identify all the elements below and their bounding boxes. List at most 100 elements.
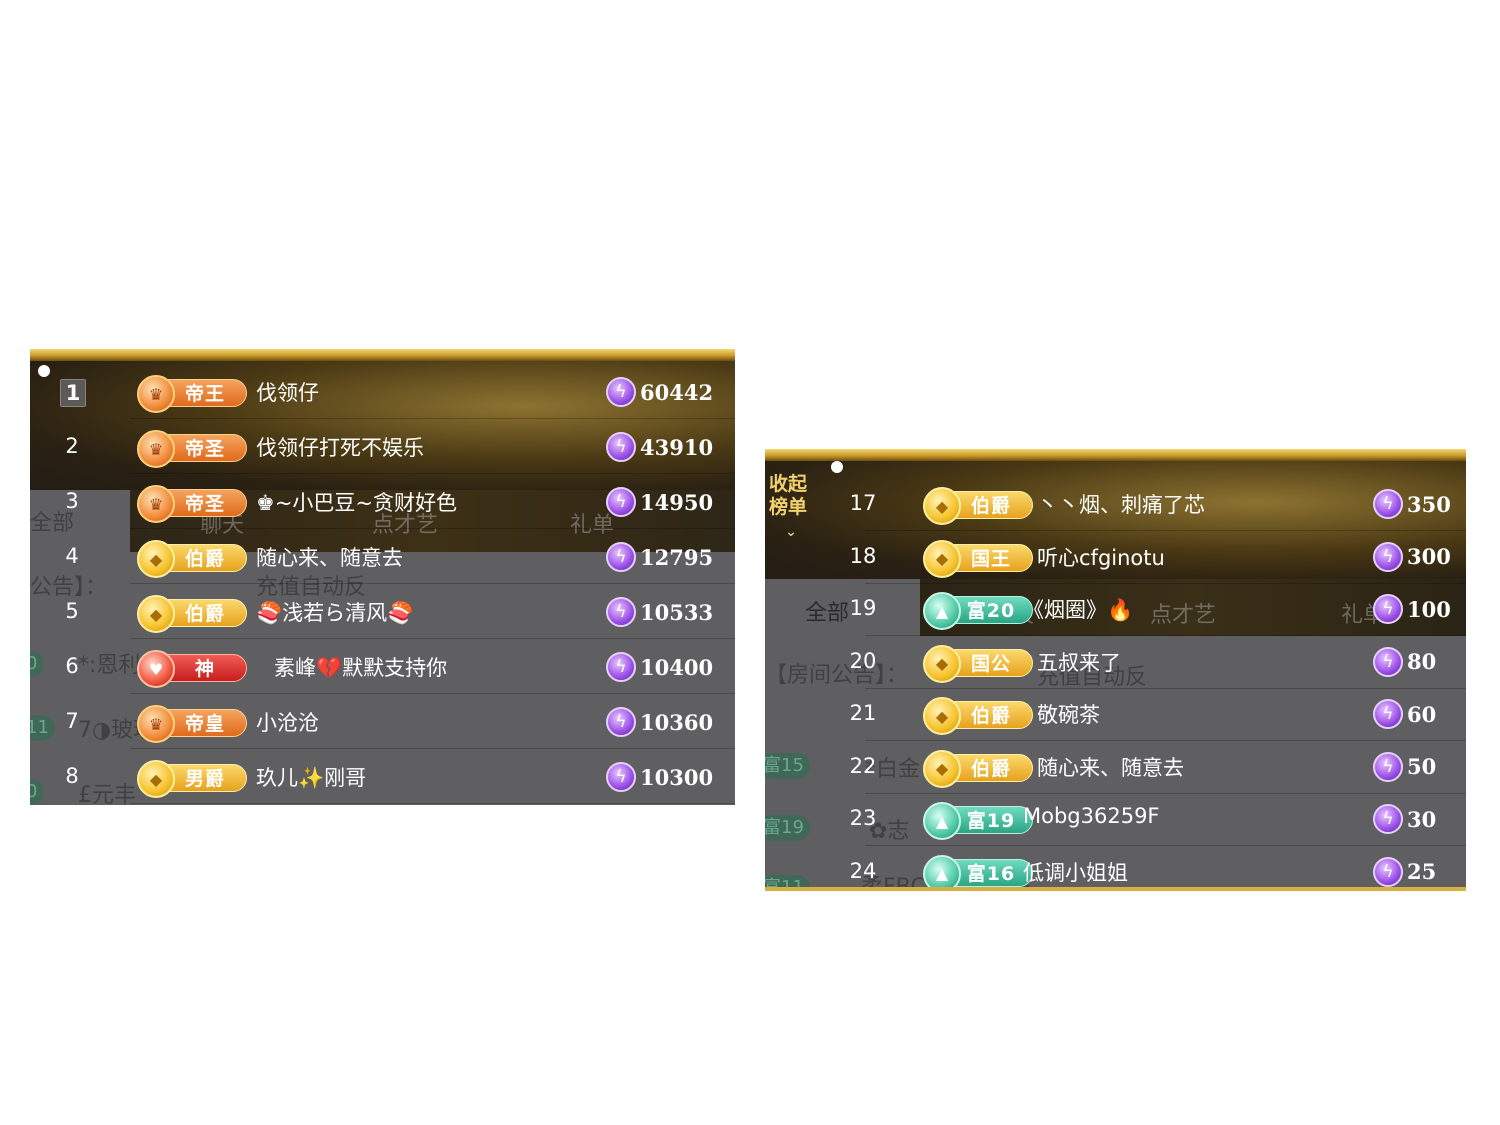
ranking-row[interactable]: 24 富16 ▲ 低调小姐姐 ϟ 25 bbox=[765, 845, 1466, 891]
lightning-coin-icon: ϟ bbox=[606, 487, 636, 517]
contribution-score: ϟ 10533 bbox=[606, 595, 713, 629]
contribution-score: ϟ 10360 bbox=[606, 705, 713, 739]
noble-rank-badge: 富19 ▲ bbox=[923, 802, 1033, 840]
username[interactable]: 伐领仔打死不娱乐 bbox=[256, 432, 424, 462]
ranking-row[interactable]: 6 神 ♥ 素峰💔默默支持你 ϟ 10400 bbox=[30, 640, 735, 694]
rank-number: 1 bbox=[60, 379, 86, 407]
rank-number: 4 bbox=[65, 544, 79, 568]
row-divider bbox=[130, 418, 735, 419]
noble-rank-badge: 男爵 ◆ bbox=[137, 760, 247, 798]
ranking-row[interactable]: 21 伯爵 ◆ 敬碗茶 ϟ 60 bbox=[765, 687, 1466, 741]
username[interactable]: 🍣浅若ら清风🍣 bbox=[256, 597, 413, 627]
username[interactable]: 小沧沧 bbox=[256, 707, 319, 737]
contribution-score: ϟ 12795 bbox=[606, 540, 713, 574]
username[interactable]: 敬碗茶 bbox=[1037, 699, 1100, 729]
lightning-coin-icon: ϟ bbox=[606, 432, 636, 462]
noble-rank-badge: 神 ♥ bbox=[137, 650, 247, 688]
rank-number: 17 bbox=[849, 491, 877, 515]
noble-rank-badge: 国公 ◆ bbox=[923, 644, 1033, 683]
ranking-row[interactable]: 17 伯爵 ◆ 丶丶烟、刺痛了芯 ϟ 350 bbox=[765, 477, 1466, 531]
username[interactable]: 丶丶烟、刺痛了芯 bbox=[1037, 489, 1205, 519]
triangle-emblem-icon: ▲ bbox=[923, 802, 961, 840]
ranking-row[interactable]: 2 帝圣 ♛ 伐领仔打死不娱乐 ϟ 43910 bbox=[30, 420, 735, 474]
gold-top-border bbox=[765, 449, 1466, 461]
score-value: 43910 bbox=[640, 434, 714, 460]
username[interactable]: 素峰💔默默支持你 bbox=[274, 652, 447, 682]
rank-number: 18 bbox=[849, 543, 877, 568]
row-divider bbox=[130, 473, 735, 474]
lightning-coin-icon: ϟ bbox=[1373, 804, 1403, 834]
noble-rank-badge: 帝王 ♛ bbox=[137, 375, 247, 413]
rank-number: 22 bbox=[849, 753, 877, 778]
score-value: 30 bbox=[1407, 806, 1437, 832]
username[interactable]: 低调小姐姐 bbox=[1023, 857, 1128, 887]
username[interactable]: 随心来、随意去 bbox=[256, 542, 403, 572]
shield-emblem-icon: ◆ bbox=[137, 540, 175, 578]
lightning-coin-icon: ϟ bbox=[606, 597, 636, 627]
ranking-row[interactable]: 18 国王 ◆ 听心cfginotu ϟ 300 bbox=[765, 530, 1466, 584]
contribution-score: ϟ 350 bbox=[1373, 487, 1451, 521]
contribution-score: ϟ 14950 bbox=[606, 485, 713, 519]
lightning-coin-icon: ϟ bbox=[1373, 699, 1403, 729]
noble-rank-badge: 富16 ▲ bbox=[923, 854, 1033, 891]
lightning-coin-icon: ϟ bbox=[606, 762, 636, 792]
contribution-score: ϟ 80 bbox=[1373, 645, 1436, 679]
contribution-score: ϟ 43910 bbox=[606, 430, 713, 464]
score-value: 60442 bbox=[640, 379, 714, 405]
row-divider bbox=[130, 693, 735, 694]
ranking-row[interactable]: 22 伯爵 ◆ 随心来、随意去 ϟ 50 bbox=[765, 740, 1466, 794]
noble-rank-badge: 伯爵 ◆ bbox=[923, 487, 1033, 525]
shield-emblem-icon: ◆ bbox=[137, 760, 175, 798]
contribution-score: ϟ 300 bbox=[1373, 540, 1451, 574]
ranking-row[interactable]: 3 帝圣 ♛ ♚~小巴豆~贪财好色 ϟ 14950 bbox=[30, 475, 735, 529]
ranking-row[interactable]: 19 富20 ▲ 《烟圈》🔥 ϟ 100 bbox=[765, 582, 1466, 636]
rank-number: 20 bbox=[849, 648, 877, 673]
noble-rank-badge: 伯爵 ◆ bbox=[923, 749, 1033, 788]
rank-number: 3 bbox=[65, 489, 79, 513]
lightning-coin-icon: ϟ bbox=[606, 542, 636, 572]
shield-emblem-icon: ◆ bbox=[923, 644, 961, 683]
ranking-row[interactable]: 5 伯爵 ◆ 🍣浅若ら清风🍣 ϟ 10533 bbox=[30, 585, 735, 639]
ranking-row[interactable]: 20 国公 ◆ 五叔来了 ϟ 80 bbox=[765, 635, 1466, 689]
score-value: 100 bbox=[1407, 596, 1451, 622]
ranking-row[interactable]: 7 帝皇 ♛ 小沧沧 ϟ 10360 bbox=[30, 695, 735, 749]
shield-emblem-icon: ◆ bbox=[923, 539, 961, 578]
rank-number: 8 bbox=[65, 764, 79, 788]
noble-rank-badge: 国王 ◆ bbox=[923, 539, 1033, 578]
score-value: 10300 bbox=[640, 764, 714, 790]
username[interactable]: 随心来、随意去 bbox=[1037, 752, 1184, 782]
contribution-score: ϟ 100 bbox=[1373, 592, 1451, 626]
noble-rank-badge: 帝圣 ♛ bbox=[137, 430, 247, 468]
noble-rank-badge: 伯爵 ◆ bbox=[137, 540, 247, 578]
lightning-coin-icon: ϟ bbox=[1373, 594, 1403, 624]
username[interactable]: 《烟圈》🔥 bbox=[1023, 594, 1133, 624]
row-divider bbox=[130, 528, 735, 529]
lightning-coin-icon: ϟ bbox=[1373, 856, 1403, 887]
ranking-row[interactable]: 1 帝王 ♛ 伐领仔 ϟ 60442 bbox=[30, 365, 735, 419]
rank-number: 21 bbox=[849, 701, 877, 725]
triangle-emblem-icon: ▲ bbox=[923, 854, 961, 891]
rank-number: 6 bbox=[65, 654, 79, 678]
score-value: 14950 bbox=[640, 489, 714, 515]
username[interactable]: 五叔来了 bbox=[1037, 647, 1121, 677]
score-value: 12795 bbox=[640, 544, 714, 570]
ranking-row[interactable]: 23 富19 ▲ Mobg36259F ϟ 30 bbox=[765, 792, 1466, 846]
row-divider bbox=[130, 638, 735, 639]
username[interactable]: Mobg36259F bbox=[1023, 804, 1160, 828]
noble-rank-badge: 伯爵 ◆ bbox=[137, 595, 247, 633]
username[interactable]: 玖儿✨刚哥 bbox=[256, 762, 366, 792]
sparkle-dot bbox=[831, 461, 843, 473]
row-divider bbox=[130, 803, 735, 804]
lightning-coin-icon: ϟ bbox=[606, 707, 636, 737]
rank-number: 2 bbox=[65, 434, 79, 458]
username[interactable]: ♚~小巴豆~贪财好色 bbox=[256, 487, 457, 517]
ranking-row[interactable]: 8 男爵 ◆ 玖儿✨刚哥 ϟ 10300 bbox=[30, 750, 735, 804]
score-value: 10533 bbox=[640, 599, 714, 625]
score-value: 25 bbox=[1407, 859, 1437, 884]
contribution-score: ϟ 50 bbox=[1373, 750, 1436, 784]
username[interactable]: 听心cfginotu bbox=[1037, 542, 1165, 572]
lightning-coin-icon: ϟ bbox=[606, 377, 636, 407]
lightning-coin-icon: ϟ bbox=[1373, 489, 1403, 519]
username[interactable]: 伐领仔 bbox=[256, 377, 319, 407]
ranking-row[interactable]: 4 伯爵 ◆ 随心来、随意去 ϟ 12795 bbox=[30, 530, 735, 584]
